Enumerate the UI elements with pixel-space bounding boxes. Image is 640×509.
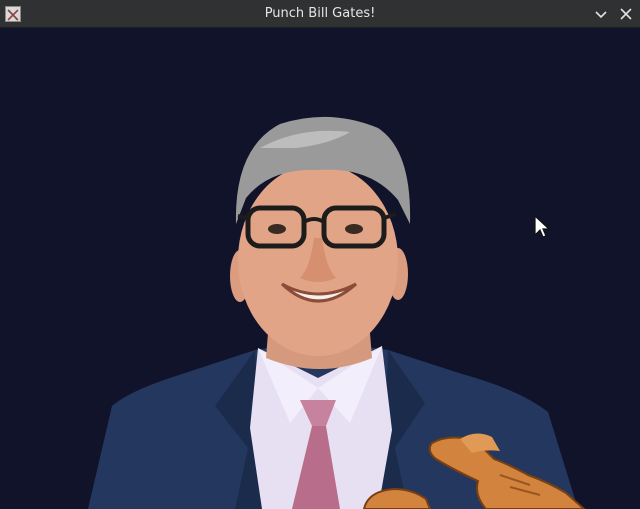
title-bar[interactable]: Punch Bill Gates! xyxy=(0,0,640,28)
app-window: Punch Bill Gates! xyxy=(0,0,640,509)
punch-hand-icon xyxy=(362,433,586,509)
mouse-pointer-icon xyxy=(534,215,551,238)
chevron-down-icon xyxy=(595,11,607,19)
minimize-button[interactable] xyxy=(592,5,610,23)
close-button[interactable] xyxy=(617,5,635,23)
window-title: Punch Bill Gates! xyxy=(264,6,376,21)
game-canvas[interactable] xyxy=(0,28,640,509)
close-icon xyxy=(620,8,632,20)
